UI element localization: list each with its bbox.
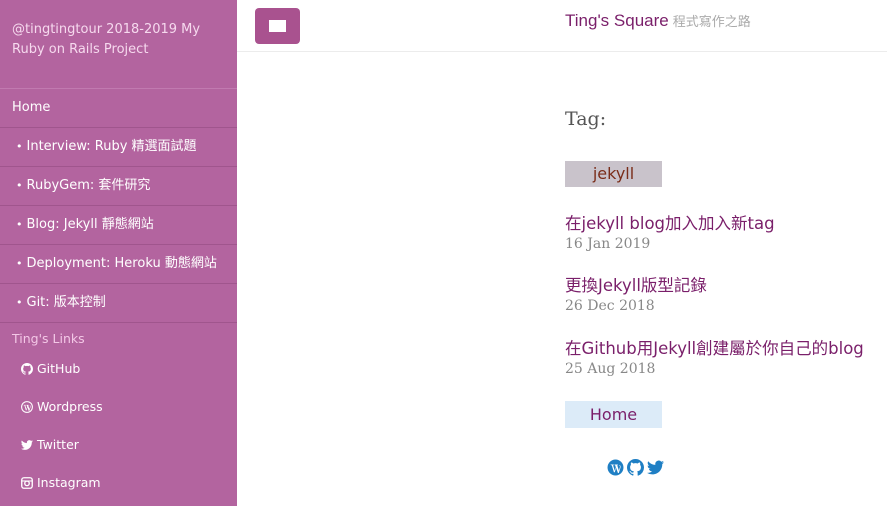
sidebar-item-label: Interview: Ruby 精選面試題 [26,139,197,154]
sidebar: @tingtingtour 2018-2019 My Ruby on Rails… [0,0,237,506]
post-title-link[interactable]: 更換Jekyll版型記錄 [565,275,707,297]
tag-heading: Tag: [565,108,607,130]
menu-icon [269,20,286,32]
links-header: Ting's Links [12,331,85,346]
link-instagram[interactable]: Instagram [21,475,101,490]
link-wordpress[interactable]: Wordpress [21,399,103,414]
sidebar-item-blog[interactable]: • Blog: Jekyll 靜態網站 [0,206,237,245]
bullet-icon: • [16,257,23,270]
bullet-icon: • [16,140,23,153]
link-label: Instagram [37,475,101,490]
link-label: GitHub [37,361,81,376]
tag-chip: jekyll [565,161,662,187]
post-date: 25 Aug 2018 [565,361,656,377]
sidebar-item-label: RubyGem: 套件研究 [26,178,151,193]
post-date: 26 Dec 2018 [565,298,655,314]
link-label: Wordpress [37,399,103,414]
github-icon [21,362,34,375]
wordpress-icon [21,400,33,413]
brand[interactable]: Ting's Square 程式寫作之路 [565,11,751,31]
sidebar-item-deployment[interactable]: • Deployment: Heroku 動態網站 [0,245,237,284]
twitter-icon[interactable] [647,459,664,476]
sidebar-item-rubygem[interactable]: • RubyGem: 套件研究 [0,167,237,206]
sidebar-item-label: Git: 版本控制 [26,295,106,310]
post-item: 在jekyll blog加入加入新tag 16 Jan 2019 [565,213,775,252]
post-title-link[interactable]: 在Github用Jekyll創建屬於你自己的blog [565,338,864,360]
link-twitter[interactable]: Twitter [21,437,79,452]
twitter-icon [21,439,33,451]
sidebar-item-label: Blog: Jekyll 靜態網站 [26,217,154,232]
sidebar-item-interview[interactable]: • Interview: Ruby 精選面試題 [0,128,237,167]
sidebar-item-label: Deployment: Heroku 動態網站 [26,256,217,271]
link-label: Twitter [37,437,79,452]
link-github[interactable]: GitHub [21,361,80,376]
github-icon[interactable] [627,459,645,476]
bullet-icon: • [16,218,23,231]
sidebar-item-git[interactable]: • Git: 版本控制 [0,284,237,323]
wordpress-icon[interactable] [607,459,624,476]
sidebar-item-label: Home [12,100,51,115]
brand-name: Ting's Square [565,11,669,30]
sidebar-item-home[interactable]: Home [0,89,237,128]
top-bar: Ting's Square 程式寫作之路 [237,0,887,52]
bullet-icon: • [16,179,23,192]
social-links [607,459,664,476]
instagram-icon [21,476,33,489]
menu-toggle-button[interactable] [255,8,300,44]
site-title[interactable]: @tingtingtour 2018-2019 My Ruby on Rails… [12,20,222,60]
home-button[interactable]: Home [565,401,662,428]
sidebar-nav: Home • Interview: Ruby 精選面試題 • RubyGem: 套件… [0,88,237,323]
post-item: 在Github用Jekyll創建屬於你自己的blog 25 Aug 2018 [565,338,864,377]
post-item: 更換Jekyll版型記錄 26 Dec 2018 [565,275,707,314]
post-date: 16 Jan 2019 [565,236,651,252]
post-title-link[interactable]: 在jekyll blog加入加入新tag [565,213,775,235]
bullet-icon: • [16,296,23,309]
brand-tagline: 程式寫作之路 [672,15,751,30]
